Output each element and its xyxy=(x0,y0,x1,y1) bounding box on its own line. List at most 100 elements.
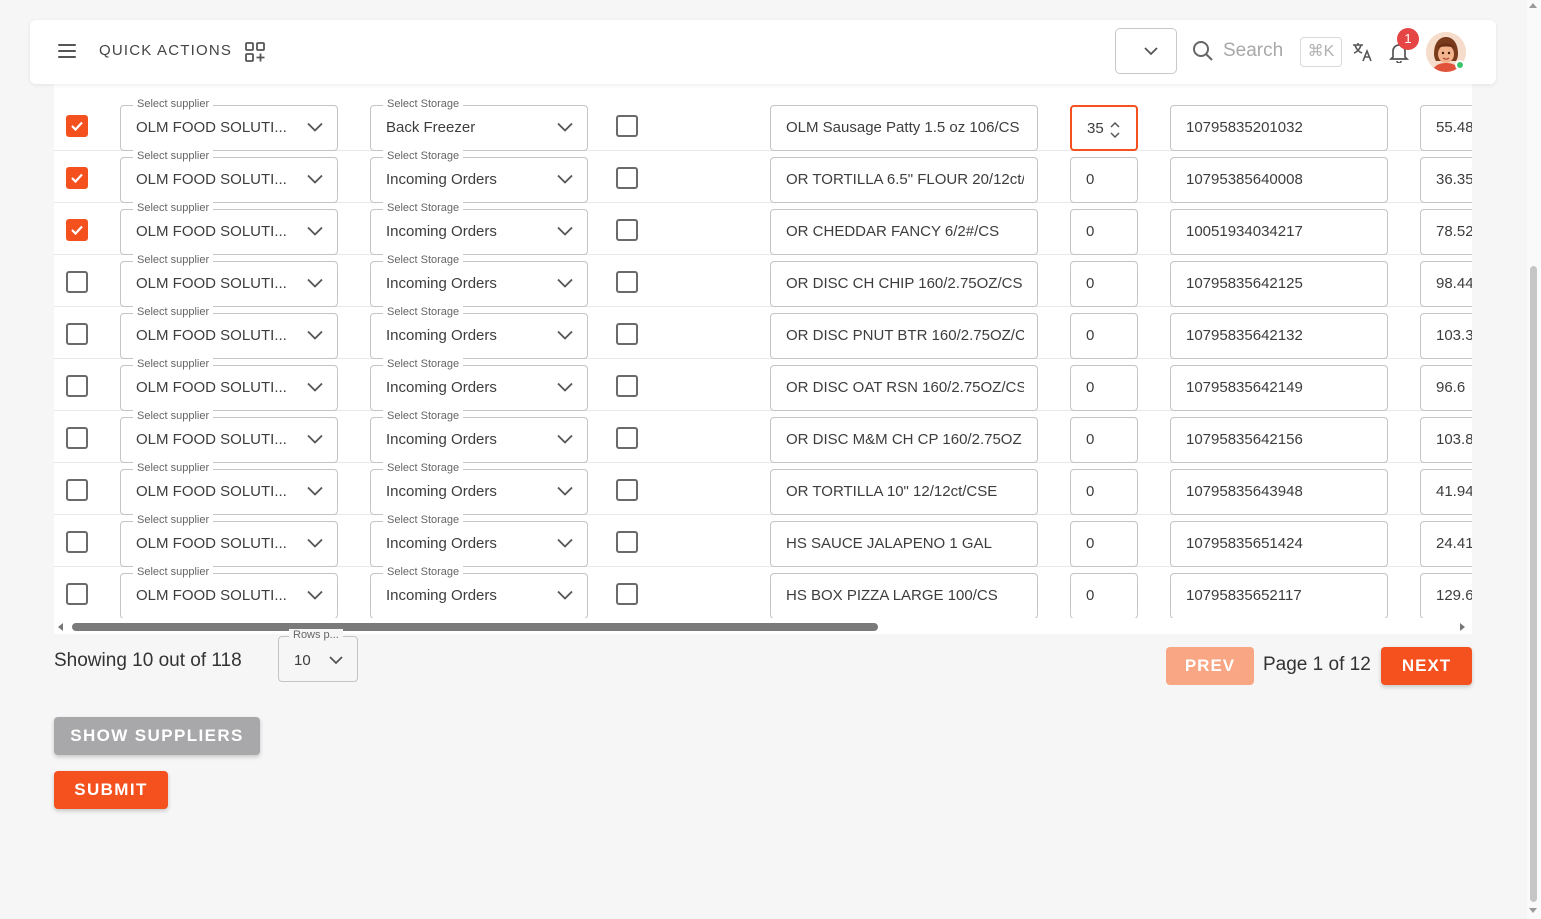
upc-field[interactable]: 10795835642156 xyxy=(1170,417,1388,463)
row-select-checkbox[interactable] xyxy=(66,427,88,449)
row-select-checkbox[interactable] xyxy=(66,375,88,397)
storage-select[interactable]: Select Storage Incoming Orders xyxy=(370,306,588,359)
scroll-right-arrow[interactable] xyxy=(1460,623,1465,631)
upc-field[interactable]: 10795835201032 xyxy=(1170,105,1388,151)
supplier-select[interactable]: Select supplier OLM FOOD SOLUTI... xyxy=(120,462,338,515)
quantity-input[interactable]: 0 xyxy=(1070,521,1138,567)
upc-field[interactable]: 10795835642149 xyxy=(1170,365,1388,411)
search-icon[interactable] xyxy=(1192,40,1214,62)
upc-field[interactable]: 10795835642132 xyxy=(1170,313,1388,359)
item-name-field[interactable]: OR DISC CH CHIP 160/2.75OZ/CS xyxy=(770,261,1038,307)
item-name-field[interactable]: OR TORTILLA 10" 12/12ct/CSE xyxy=(770,469,1038,515)
quantity-input[interactable]: 0 xyxy=(1070,313,1138,359)
item-name-field[interactable]: OR DISC OAT RSN 160/2.75OZ/CS xyxy=(770,365,1038,411)
price-field[interactable]: 96.6 xyxy=(1420,365,1472,411)
price-field[interactable]: 24.41 xyxy=(1420,521,1472,567)
storage-select[interactable]: Select Storage Incoming Orders xyxy=(370,358,588,411)
price-field[interactable]: 55.48 xyxy=(1420,105,1472,151)
quantity-input[interactable]: 0 xyxy=(1070,365,1138,411)
storage-select[interactable]: Select Storage Incoming Orders xyxy=(370,202,588,255)
next-page-button[interactable]: NEXT xyxy=(1381,647,1472,685)
price-field[interactable]: 36.35 xyxy=(1420,157,1472,203)
upc-field[interactable]: 10051934034217 xyxy=(1170,209,1388,255)
storage-select[interactable]: Select Storage Incoming Orders xyxy=(370,566,588,619)
upc-field[interactable]: 10795835642125 xyxy=(1170,261,1388,307)
price-field[interactable]: 103.3 xyxy=(1420,313,1472,359)
row-option-checkbox[interactable] xyxy=(616,427,638,449)
prev-page-button[interactable]: PREV xyxy=(1166,647,1254,685)
top-select-dropdown[interactable] xyxy=(1115,28,1177,74)
row-select-checkbox[interactable] xyxy=(66,167,88,189)
price-field[interactable]: 103.8 xyxy=(1420,417,1472,463)
storage-select[interactable]: Select Storage Incoming Orders xyxy=(370,462,588,515)
row-option-checkbox[interactable] xyxy=(616,271,638,293)
supplier-select[interactable]: Select supplier OLM FOOD SOLUTI... xyxy=(120,150,338,203)
row-select-checkbox[interactable] xyxy=(66,479,88,501)
storage-select[interactable]: Select Storage Incoming Orders xyxy=(370,514,588,567)
supplier-select[interactable]: Select supplier OLM FOOD SOLUTI... xyxy=(120,410,338,463)
scroll-up-arrow[interactable] xyxy=(1529,3,1537,8)
storage-select[interactable]: Select Storage Incoming Orders xyxy=(370,410,588,463)
supplier-select[interactable]: Select supplier OLM FOOD SOLUTI... xyxy=(120,306,338,359)
row-select-checkbox[interactable] xyxy=(66,115,88,137)
row-select-checkbox[interactable] xyxy=(66,271,88,293)
row-select-checkbox[interactable] xyxy=(66,531,88,553)
item-name-field[interactable]: OR TORTILLA 6.5" FLOUR 20/12ct/CS xyxy=(770,157,1038,203)
quantity-input[interactable]: 35 xyxy=(1070,105,1138,151)
supplier-select[interactable]: Select supplier OLM FOOD SOLUTI... xyxy=(120,566,338,619)
horizontal-scrollbar[interactable] xyxy=(54,618,1472,634)
row-option-checkbox[interactable] xyxy=(616,375,638,397)
quantity-input[interactable]: 0 xyxy=(1070,417,1138,463)
horizontal-scroll-thumb[interactable] xyxy=(72,623,878,631)
storage-select[interactable]: Select Storage Incoming Orders xyxy=(370,150,588,203)
quick-actions-label[interactable]: QUICK ACTIONS xyxy=(99,42,232,59)
item-name-field[interactable]: OR CHEDDAR FANCY 6/2#/CS xyxy=(770,209,1038,255)
supplier-select[interactable]: Select supplier OLM FOOD SOLUTI... xyxy=(120,358,338,411)
item-name-field[interactable]: HS SAUCE JALAPENO 1 GAL xyxy=(770,521,1038,567)
supplier-select[interactable]: Select supplier OLM FOOD SOLUTI... xyxy=(120,202,338,255)
scroll-left-arrow[interactable] xyxy=(58,623,63,631)
row-option-checkbox[interactable] xyxy=(616,167,638,189)
item-name-field[interactable]: OR DISC M&M CH CP 160/2.75OZ xyxy=(770,417,1038,463)
quantity-input[interactable]: 0 xyxy=(1070,209,1138,255)
row-option-checkbox[interactable] xyxy=(616,219,638,241)
supplier-select[interactable]: Select supplier OLM FOOD SOLUTI... xyxy=(120,254,338,307)
grid-add-icon[interactable] xyxy=(244,41,266,63)
item-name-field[interactable]: OR DISC PNUT BTR 160/2.75OZ/CS xyxy=(770,313,1038,359)
supplier-select[interactable]: Select supplier OLM FOOD SOLUTI... xyxy=(120,98,338,151)
row-option-checkbox[interactable] xyxy=(616,115,638,137)
storage-select[interactable]: Select Storage Back Freezer xyxy=(370,98,588,151)
quantity-input[interactable]: 0 xyxy=(1070,469,1138,515)
translate-icon[interactable] xyxy=(1351,41,1373,63)
search-input[interactable]: Search xyxy=(1223,40,1283,62)
scroll-down-arrow[interactable] xyxy=(1529,908,1537,913)
upc-field[interactable]: 10795835652117 xyxy=(1170,573,1388,619)
row-option-checkbox[interactable] xyxy=(616,583,638,605)
row-select-checkbox[interactable] xyxy=(66,583,88,605)
supplier-select[interactable]: Select supplier OLM FOOD SOLUTI... xyxy=(120,514,338,567)
item-name-field[interactable]: OLM Sausage Patty 1.5 oz 106/CS xyxy=(770,105,1038,151)
menu-icon[interactable] xyxy=(58,44,76,58)
quantity-input[interactable]: 0 xyxy=(1070,157,1138,203)
row-option-checkbox[interactable] xyxy=(616,479,638,501)
price-field[interactable]: 78.52 xyxy=(1420,209,1472,255)
item-name-field[interactable]: HS BOX PIZZA LARGE 100/CS xyxy=(770,573,1038,619)
storage-select[interactable]: Select Storage Incoming Orders xyxy=(370,254,588,307)
upc-field[interactable]: 10795835643948 xyxy=(1170,469,1388,515)
page-scroll-thumb[interactable] xyxy=(1530,266,1537,902)
show-suppliers-button[interactable]: SHOW SUPPLIERS xyxy=(54,717,260,755)
quantity-input[interactable]: 0 xyxy=(1070,261,1138,307)
price-field[interactable]: 98.44 xyxy=(1420,261,1472,307)
rows-per-page-select[interactable]: Rows p... 10 xyxy=(278,629,358,682)
price-field[interactable]: 41.94 xyxy=(1420,469,1472,515)
submit-button[interactable]: SUBMIT xyxy=(54,771,168,809)
row-option-checkbox[interactable] xyxy=(616,531,638,553)
price-field[interactable]: 129.6 xyxy=(1420,573,1472,619)
quantity-input[interactable]: 0 xyxy=(1070,573,1138,619)
row-option-checkbox[interactable] xyxy=(616,323,638,345)
upc-field[interactable]: 10795835651424 xyxy=(1170,521,1388,567)
row-select-checkbox[interactable] xyxy=(66,323,88,345)
row-select-checkbox[interactable] xyxy=(66,219,88,241)
upc-field[interactable]: 10795385640008 xyxy=(1170,157,1388,203)
number-spinner-icon[interactable] xyxy=(1110,119,1120,141)
